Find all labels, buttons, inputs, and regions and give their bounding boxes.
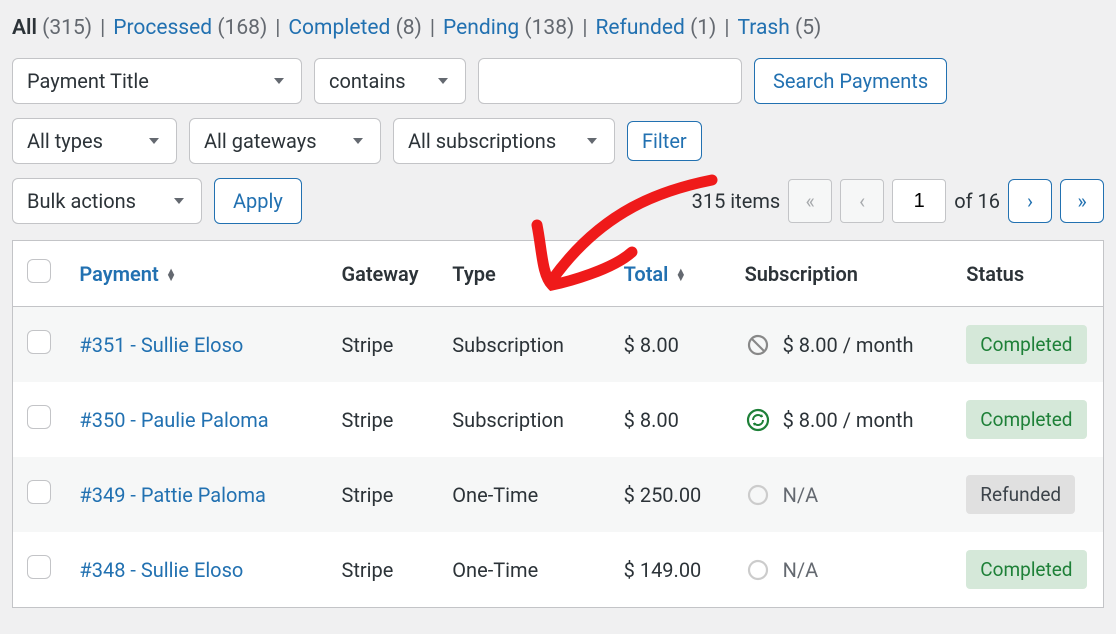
gateway-cell: Stripe bbox=[327, 457, 438, 532]
type-cell: Subscription bbox=[438, 307, 609, 383]
column-gateway: Gateway bbox=[327, 241, 438, 307]
total-cell: $ 149.00 bbox=[610, 532, 731, 608]
search-field-value: Payment Title bbox=[27, 69, 149, 93]
status-link-trash[interactable]: Trash (5) bbox=[738, 16, 822, 40]
subscription-text: $ 8.00 / month bbox=[783, 408, 914, 432]
row-checkbox[interactable] bbox=[27, 405, 51, 429]
chevron-down-icon bbox=[171, 193, 187, 209]
row-checkbox[interactable] bbox=[27, 555, 51, 579]
search-row: Payment Title contains Search Payments bbox=[12, 58, 1104, 104]
status-link-refunded[interactable]: Refunded (1) bbox=[595, 16, 716, 40]
bulk-actions-select[interactable]: Bulk actions bbox=[12, 178, 202, 224]
type-cell: One-Time bbox=[438, 532, 609, 608]
search-value-input[interactable] bbox=[478, 58, 742, 104]
chevron-down-icon bbox=[435, 73, 451, 89]
chevron-down-icon bbox=[271, 73, 287, 89]
filter-type-select[interactable]: All types bbox=[12, 118, 177, 164]
chevron-down-icon bbox=[350, 133, 366, 149]
search-payments-button[interactable]: Search Payments bbox=[754, 58, 947, 104]
prev-page-button: ‹ bbox=[840, 179, 884, 223]
next-page-button[interactable]: › bbox=[1008, 179, 1052, 223]
separator: | bbox=[100, 16, 105, 40]
table-row: #350 - Paulie PalomaStripeSubscription$ … bbox=[13, 382, 1104, 457]
status-link-pending[interactable]: Pending (138) bbox=[443, 16, 574, 40]
subscription-text: $ 8.00 / month bbox=[783, 333, 914, 357]
table-row: #349 - Pattie Paloma StripeOne-Time$ 250.… bbox=[13, 457, 1104, 532]
subscription-status-icon bbox=[745, 407, 771, 433]
table-nav: Bulk actions Apply 315 items « ‹ of 16 ›… bbox=[12, 178, 1104, 224]
search-field-select[interactable]: Payment Title bbox=[12, 58, 302, 104]
subscription-cell: $ 8.00 / month bbox=[745, 332, 939, 358]
status-link-completed[interactable]: Completed (8) bbox=[288, 16, 421, 40]
chevron-down-icon bbox=[146, 133, 162, 149]
status-link-all[interactable]: All (315) bbox=[12, 16, 92, 40]
separator: | bbox=[582, 16, 587, 40]
filter-row: All types All gateways All subscriptions… bbox=[12, 118, 1104, 164]
type-cell: One-Time bbox=[438, 457, 609, 532]
filter-subscription-select[interactable]: All subscriptions bbox=[393, 118, 615, 164]
filter-gateway-select[interactable]: All gateways bbox=[189, 118, 381, 164]
subscription-cell: N/A bbox=[745, 557, 939, 583]
chevron-down-icon bbox=[584, 133, 600, 149]
page-total: of 16 bbox=[954, 189, 1000, 213]
subscription-cell: N/A bbox=[745, 482, 939, 508]
subscription-text: N/A bbox=[783, 558, 819, 582]
payments-table: Payment ▲▼ Gateway Type Total ▲▼ Subscri… bbox=[12, 240, 1104, 608]
gateway-cell: Stripe bbox=[327, 532, 438, 608]
row-checkbox[interactable] bbox=[27, 480, 51, 504]
filter-subscription-value: All subscriptions bbox=[408, 129, 556, 153]
bulk-actions-value: Bulk actions bbox=[27, 189, 136, 213]
subscription-cell: $ 8.00 / month bbox=[745, 407, 939, 433]
status-filter-bar: All (315) | Processed (168) | Completed … bbox=[12, 16, 1104, 40]
subscription-status-icon bbox=[745, 557, 771, 583]
items-count: 315 items bbox=[692, 189, 781, 213]
payment-link[interactable]: #349 - Pattie Paloma bbox=[79, 483, 265, 507]
filter-gateway-value: All gateways bbox=[204, 129, 317, 153]
total-cell: $ 8.00 bbox=[610, 382, 731, 457]
status-badge: Completed bbox=[966, 325, 1086, 364]
last-page-button[interactable]: » bbox=[1060, 179, 1104, 223]
status-link-processed[interactable]: Processed (168) bbox=[113, 16, 267, 40]
column-subscription: Subscription bbox=[731, 241, 953, 307]
filter-type-value: All types bbox=[27, 129, 103, 153]
separator: | bbox=[275, 16, 280, 40]
subscription-status-icon bbox=[745, 332, 771, 358]
table-row: #348 - Sullie Eloso StripeOne-Time$ 149.0… bbox=[13, 532, 1104, 608]
subscription-status-icon bbox=[745, 482, 771, 508]
first-page-button: « bbox=[788, 179, 832, 223]
filter-button[interactable]: Filter bbox=[627, 121, 702, 161]
current-page-input[interactable] bbox=[892, 179, 946, 223]
type-cell: Subscription bbox=[438, 382, 609, 457]
search-operator-value: contains bbox=[329, 69, 406, 93]
table-wrap: Payment ▲▼ Gateway Type Total ▲▼ Subscri… bbox=[12, 240, 1104, 608]
payment-link[interactable]: #351 - Sullie Eloso bbox=[79, 333, 243, 357]
column-total[interactable]: Total ▲▼ bbox=[610, 241, 731, 307]
status-badge: Completed bbox=[966, 400, 1086, 439]
pagination: 315 items « ‹ of 16 › » bbox=[692, 179, 1104, 223]
column-status: Status bbox=[952, 241, 1103, 307]
search-operator-select[interactable]: contains bbox=[314, 58, 466, 104]
total-cell: $ 250.00 bbox=[610, 457, 731, 532]
table-row: #351 - Sullie ElosoStripeSubscription$ 8… bbox=[13, 307, 1104, 383]
column-payment[interactable]: Payment ▲▼ bbox=[65, 241, 327, 307]
status-badge: Completed bbox=[966, 550, 1086, 589]
payment-link[interactable]: #350 - Paulie Paloma bbox=[79, 408, 268, 432]
total-cell: $ 8.00 bbox=[610, 307, 731, 383]
status-badge: Refunded bbox=[966, 475, 1075, 514]
sort-icon: ▲▼ bbox=[166, 269, 177, 281]
apply-button[interactable]: Apply bbox=[214, 178, 302, 224]
subscription-text: N/A bbox=[783, 483, 819, 507]
gateway-cell: Stripe bbox=[327, 382, 438, 457]
sort-icon: ▲▼ bbox=[675, 269, 686, 281]
payment-link[interactable]: #348 - Sullie Eloso bbox=[79, 558, 243, 582]
separator: | bbox=[430, 16, 435, 40]
row-checkbox[interactable] bbox=[27, 330, 51, 354]
gateway-cell: Stripe bbox=[327, 307, 438, 383]
separator: | bbox=[724, 16, 729, 40]
select-all-checkbox[interactable] bbox=[27, 259, 51, 283]
column-type: Type bbox=[438, 241, 609, 307]
